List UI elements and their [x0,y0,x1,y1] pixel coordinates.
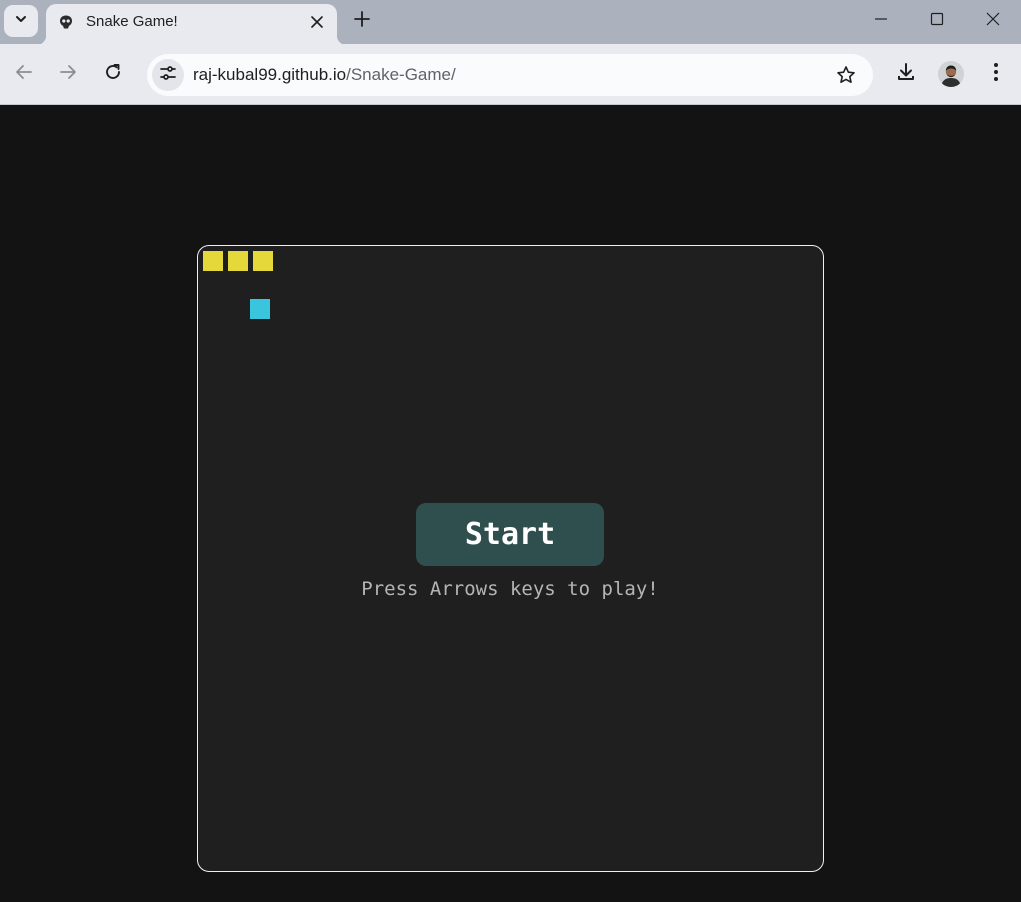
reload-button[interactable] [97,58,129,90]
chevron-down-icon [14,12,28,31]
maximize-button[interactable] [909,0,965,42]
food-pellet [250,299,270,319]
url-path: /Snake-Game/ [346,65,456,84]
tab-search-button[interactable] [4,5,38,37]
minimize-icon [874,12,888,31]
tab-title: Snake Game! [86,13,178,30]
url-host: raj-kubal99.github.io [193,65,347,84]
arrow-left-icon [15,63,33,86]
page-content: Start Press Arrows keys to play! [0,105,1021,902]
site-info-button[interactable] [152,59,184,91]
instructions-text: Press Arrows keys to play! [361,578,659,600]
maximize-icon [930,12,944,31]
snake-head [253,251,273,271]
minimize-button[interactable] [853,0,909,42]
browser-menu-button[interactable] [980,58,1012,90]
game-board: Start Press Arrows keys to play! [197,245,824,872]
tab-favicon-icon [58,14,74,30]
url-text: raj-kubal99.github.io/Snake-Game/ [193,65,456,85]
tune-icon [159,64,177,87]
snake-segment [228,251,248,271]
arrow-right-icon [59,63,77,86]
close-tab-icon[interactable] [307,12,327,32]
tab-strip: Snake Game! [0,0,1021,45]
close-window-button[interactable] [965,0,1021,42]
active-tab[interactable]: Snake Game! [36,4,347,45]
new-tab-button[interactable] [348,7,376,35]
address-bar[interactable]: raj-kubal99.github.io/Snake-Game/ [147,54,873,96]
browser-toolbar: raj-kubal99.github.io/Snake-Game/ [0,44,1021,105]
reload-icon [104,63,122,86]
forward-button[interactable] [52,58,84,90]
snake-segment [203,251,223,271]
close-icon [986,12,1000,31]
download-icon [896,62,916,87]
bookmark-star-icon[interactable] [835,64,857,86]
more-vert-icon [993,62,999,87]
profile-avatar[interactable] [938,61,964,87]
back-button[interactable] [8,58,40,90]
plus-icon [354,10,370,32]
start-button[interactable]: Start [416,503,604,566]
downloads-button[interactable] [890,58,922,90]
